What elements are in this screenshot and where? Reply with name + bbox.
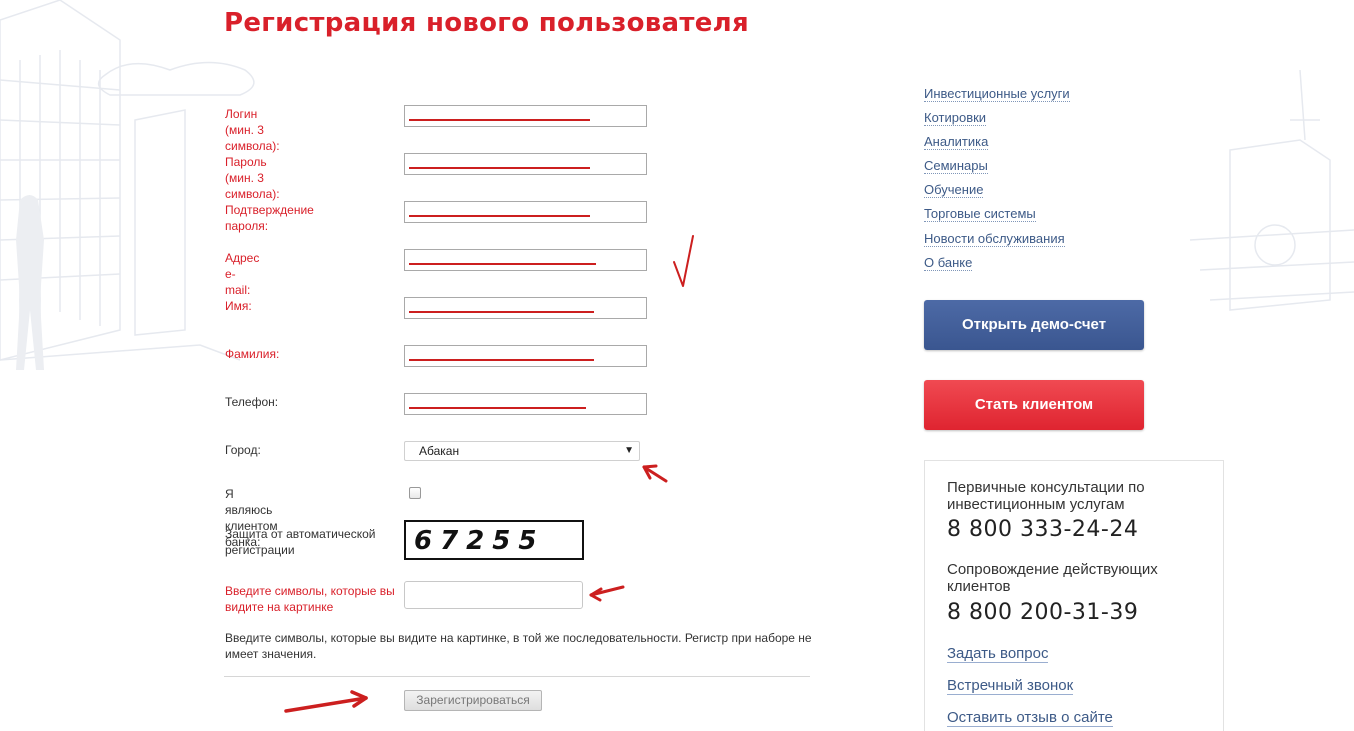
consult-text: Первичные консультации по инвестиционным… bbox=[947, 479, 1145, 513]
last-name-label: Фамилия: bbox=[225, 347, 280, 361]
register-button[interactable]: Зарегистрироваться bbox=[404, 690, 542, 711]
sidebar-item-seminars[interactable]: Семинары bbox=[924, 158, 988, 174]
login-input[interactable] bbox=[404, 105, 647, 127]
password-label: Пароль (мин. 3 символа): bbox=[225, 155, 280, 201]
support-phone: 8 800 200-31-39 bbox=[947, 600, 1139, 625]
captcha-input[interactable] bbox=[404, 581, 583, 609]
arrow-annotation-captcha bbox=[589, 585, 625, 602]
chevron-down-icon: ▼ bbox=[624, 445, 634, 456]
password-input[interactable] bbox=[404, 153, 647, 175]
password-redacted-mark bbox=[409, 167, 590, 169]
confirm-password-redacted-mark bbox=[409, 215, 590, 217]
form-divider bbox=[224, 676, 810, 677]
first-name-input[interactable] bbox=[404, 297, 647, 319]
captcha-image: 67255 bbox=[404, 520, 584, 560]
login-redacted-mark bbox=[409, 119, 590, 121]
confirm-password-input[interactable] bbox=[404, 201, 647, 223]
email-input[interactable] bbox=[404, 249, 647, 271]
sidebar-item-quotes[interactable]: Котировки bbox=[924, 110, 987, 126]
sidebar-item-service-news[interactable]: Новости обслуживания bbox=[924, 231, 1065, 247]
captcha-hint: Введите символы, которые вы видите на ка… bbox=[225, 631, 812, 661]
callback-link[interactable]: Встречный звонок bbox=[947, 677, 1074, 695]
login-label: Логин (мин. 3 символа): bbox=[225, 107, 280, 153]
email-label: Адрес e-mail: bbox=[225, 251, 260, 297]
captcha-label: Защита от автоматической регистрации bbox=[225, 527, 376, 557]
captcha-input-label: Введите символы, которые вы видите на ка… bbox=[225, 584, 395, 614]
open-demo-account-button[interactable]: Открыть демо-счет bbox=[924, 300, 1144, 350]
first-name-redacted-mark bbox=[409, 311, 594, 313]
arrow-annotation-register bbox=[284, 690, 368, 713]
arrow-annotation-city bbox=[642, 464, 668, 483]
confirm-password-label: Подтверждение пароля: bbox=[225, 203, 314, 233]
email-redacted-mark bbox=[409, 263, 596, 265]
support-text: Сопровождение действующих клиентов bbox=[947, 561, 1158, 595]
sidebar-item-investment-services[interactable]: Инвестиционные услуги bbox=[924, 86, 1070, 102]
sidebar-item-analytics[interactable]: Аналитика bbox=[924, 134, 989, 150]
sidebar-item-education[interactable]: Обучение bbox=[924, 182, 984, 198]
sidebar-item-trading-systems[interactable]: Торговые системы bbox=[924, 206, 1036, 222]
city-label: Город: bbox=[225, 443, 261, 457]
become-client-button[interactable]: Стать клиентом bbox=[924, 380, 1144, 430]
last-name-redacted-mark bbox=[409, 359, 594, 361]
city-select[interactable]: Абакан ▼ bbox=[404, 441, 640, 461]
bank-client-checkbox[interactable] bbox=[409, 487, 421, 499]
ask-question-link[interactable]: Задать вопрос bbox=[947, 645, 1049, 663]
phone-label: Телефон: bbox=[225, 395, 279, 409]
sidebar-item-about-bank[interactable]: О банке bbox=[924, 255, 973, 271]
consult-phone: 8 800 333-24-24 bbox=[947, 517, 1139, 542]
city-select-value: Абакан bbox=[419, 444, 460, 458]
page-title: Регистрация нового пользователя bbox=[224, 8, 750, 38]
checkmark-annotation bbox=[673, 235, 694, 287]
feedback-link[interactable]: Оставить отзыв о сайте bbox=[947, 709, 1113, 727]
contacts-panel: Первичные консультации по инвестиционным… bbox=[924, 460, 1224, 731]
phone-input[interactable] bbox=[404, 393, 647, 415]
last-name-input[interactable] bbox=[404, 345, 647, 367]
captcha-digits: 67255 bbox=[414, 526, 545, 556]
phone-redacted-mark bbox=[409, 407, 586, 409]
first-name-label: Имя: bbox=[225, 299, 252, 313]
